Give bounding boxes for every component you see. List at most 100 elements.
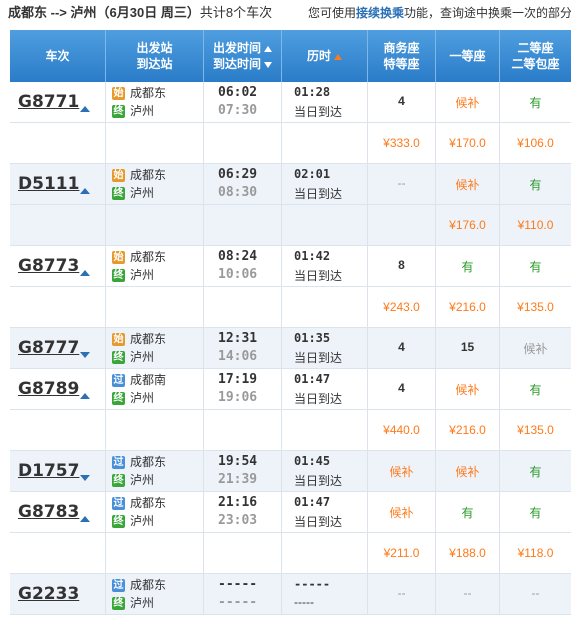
train-number-link[interactable]: G8771	[18, 92, 79, 112]
sort-asc-icon[interactable]	[264, 45, 272, 52]
expand-down-icon[interactable]	[80, 475, 90, 481]
second-class-status[interactable]: 候补	[500, 340, 571, 357]
header-duration[interactable]: 历时	[282, 30, 368, 82]
time-cell: 08:24 10:06	[204, 246, 282, 286]
expand-down-icon[interactable]	[80, 352, 90, 358]
train-cell[interactable]: G8771	[10, 82, 106, 122]
train-row[interactable]: D1757 过成都东终泸州 19:54 21:39 01:45 当日到达 候补 候补有	[10, 451, 571, 492]
origin-badge-icon: 始	[112, 87, 125, 101]
departure-station: 过成都东	[112, 495, 166, 511]
header-departure-time[interactable]: 出发时间	[213, 41, 261, 55]
train-cell[interactable]: G8789	[10, 369, 106, 409]
second-class-status[interactable]: 有	[500, 176, 571, 193]
duration-cell: 01:47 当日到达	[282, 369, 368, 409]
second-class-status[interactable]: 有	[500, 258, 571, 275]
first-class-cell[interactable]: 候补	[436, 451, 500, 491]
duration-value: 01:47	[294, 372, 331, 386]
business-seat-cell[interactable]: --	[368, 574, 436, 614]
second-class-cell[interactable]: 有	[500, 492, 571, 532]
expand-up-icon[interactable]	[80, 188, 90, 194]
second-class-cell[interactable]: 有	[500, 164, 571, 204]
first-class-status[interactable]: --	[436, 586, 499, 600]
first-class-status[interactable]: 有	[436, 504, 499, 521]
train-row[interactable]: G8789 过成都南终泸州 17:19 19:06 01:47 当日到达 4 候补有	[10, 369, 571, 410]
departure-station-name: 成都东	[130, 168, 167, 182]
first-class-cell[interactable]: 候补	[436, 82, 500, 122]
price-empty-cell	[204, 410, 282, 450]
train-row[interactable]: G8777 始成都东终泸州 12:31 14:06 01:35 当日到达 4 15 候补	[10, 328, 571, 369]
first-class-cell[interactable]: --	[436, 574, 500, 614]
train-cell[interactable]: G2233	[10, 574, 106, 614]
second-class-cell[interactable]: --	[500, 574, 571, 614]
first-class-status[interactable]: 有	[436, 258, 499, 275]
second-class-status[interactable]: 有	[500, 463, 571, 480]
train-table: G8771 始成都东终泸州 06:02 07:30 01:28 当日到达 4 候补有 ¥333.…	[10, 82, 571, 615]
business-seat-status[interactable]: 4	[368, 340, 435, 354]
train-number-link[interactable]: G8789	[18, 379, 79, 399]
expand-up-icon[interactable]	[80, 393, 90, 399]
first-class-cell[interactable]: 有	[436, 246, 500, 286]
train-number-link[interactable]: D5111	[18, 174, 79, 194]
train-row[interactable]: D5111 始成都东终泸州 06:29 08:30 02:01 当日到达 -- 候补有	[10, 164, 571, 205]
second-class-cell[interactable]: 有	[500, 246, 571, 286]
train-cell[interactable]: D1757	[10, 451, 106, 491]
train-cell[interactable]: G8777	[10, 328, 106, 368]
business-seat-status[interactable]: 4	[368, 381, 435, 395]
transfer-link[interactable]: 接续换乘	[356, 6, 404, 20]
business-seat-status[interactable]: 8	[368, 258, 435, 272]
first-class-status[interactable]: 候补	[436, 381, 499, 398]
price-empty-cell	[282, 123, 368, 163]
second-class-cell[interactable]: 候补	[500, 328, 571, 368]
sort-active-icon[interactable]	[334, 53, 342, 60]
first-class-cell[interactable]: 候补	[436, 369, 500, 409]
business-seat-cell[interactable]: --	[368, 164, 436, 204]
business-seat-status[interactable]: 候补	[368, 463, 435, 480]
train-cell[interactable]: G8773	[10, 246, 106, 286]
business-seat-cell[interactable]: 4	[368, 328, 436, 368]
first-class-cell[interactable]: 有	[436, 492, 500, 532]
train-row[interactable]: G8771 始成都东终泸州 06:02 07:30 01:28 当日到达 4 候补有	[10, 82, 571, 123]
business-seat-status[interactable]: 4	[368, 94, 435, 108]
business-seat-cell[interactable]: 8	[368, 246, 436, 286]
second-class-status[interactable]: --	[500, 586, 571, 600]
business-seat-cell[interactable]: 4	[368, 82, 436, 122]
business-seat-status[interactable]: 候补	[368, 504, 435, 521]
second-class-cell[interactable]: 有	[500, 82, 571, 122]
first-class-status[interactable]: 候补	[436, 94, 499, 111]
train-row[interactable]: G2233 过成都东终泸州 ----- ----- ----- ----- -- -- --	[10, 574, 571, 615]
business-seat-status[interactable]: --	[368, 586, 435, 600]
train-number-link[interactable]: D1757	[18, 461, 79, 481]
price-empty-cell	[106, 205, 204, 245]
second-class-cell[interactable]: 有	[500, 451, 571, 491]
business-seat-status[interactable]: --	[368, 176, 435, 190]
train-number-link[interactable]: G2233	[18, 584, 79, 604]
train-number-link[interactable]: G8777	[18, 338, 79, 358]
header-duration-label[interactable]: 历时	[307, 49, 331, 63]
first-class-status[interactable]: 候补	[436, 463, 499, 480]
header-time[interactable]: 出发时间 到达时间	[204, 30, 282, 82]
first-class-cell[interactable]: 15	[436, 328, 500, 368]
first-class-status[interactable]: 15	[436, 340, 499, 354]
sort-desc-icon[interactable]	[264, 61, 272, 68]
train-row[interactable]: G8783 过成都东终泸州 21:16 23:03 01:47 当日到达 候补有有	[10, 492, 571, 533]
second-class-status[interactable]: 有	[500, 504, 571, 521]
train-number-link[interactable]: G8773	[18, 256, 79, 276]
second-class-status[interactable]: 有	[500, 381, 571, 398]
expand-up-icon[interactable]	[80, 270, 90, 276]
train-number-link[interactable]: G8783	[18, 502, 79, 522]
expand-up-icon[interactable]	[80, 106, 90, 112]
second-class-price: ¥106.0	[517, 136, 554, 150]
second-class-status[interactable]: 有	[500, 94, 571, 111]
business-seat-cell[interactable]: 4	[368, 369, 436, 409]
first-class-cell[interactable]: 候补	[436, 164, 500, 204]
header-arrival-time[interactable]: 到达时间	[213, 57, 261, 71]
business-seat-cell[interactable]: 候补	[368, 451, 436, 491]
price-empty-cell	[204, 123, 282, 163]
train-cell[interactable]: D5111	[10, 164, 106, 204]
train-cell[interactable]: G8783	[10, 492, 106, 532]
expand-up-icon[interactable]	[80, 516, 90, 522]
first-class-status[interactable]: 候补	[436, 176, 499, 193]
train-row[interactable]: G8773 始成都东终泸州 08:24 10:06 01:42 当日到达 8 有有	[10, 246, 571, 287]
business-seat-cell[interactable]: 候补	[368, 492, 436, 532]
second-class-cell[interactable]: 有	[500, 369, 571, 409]
